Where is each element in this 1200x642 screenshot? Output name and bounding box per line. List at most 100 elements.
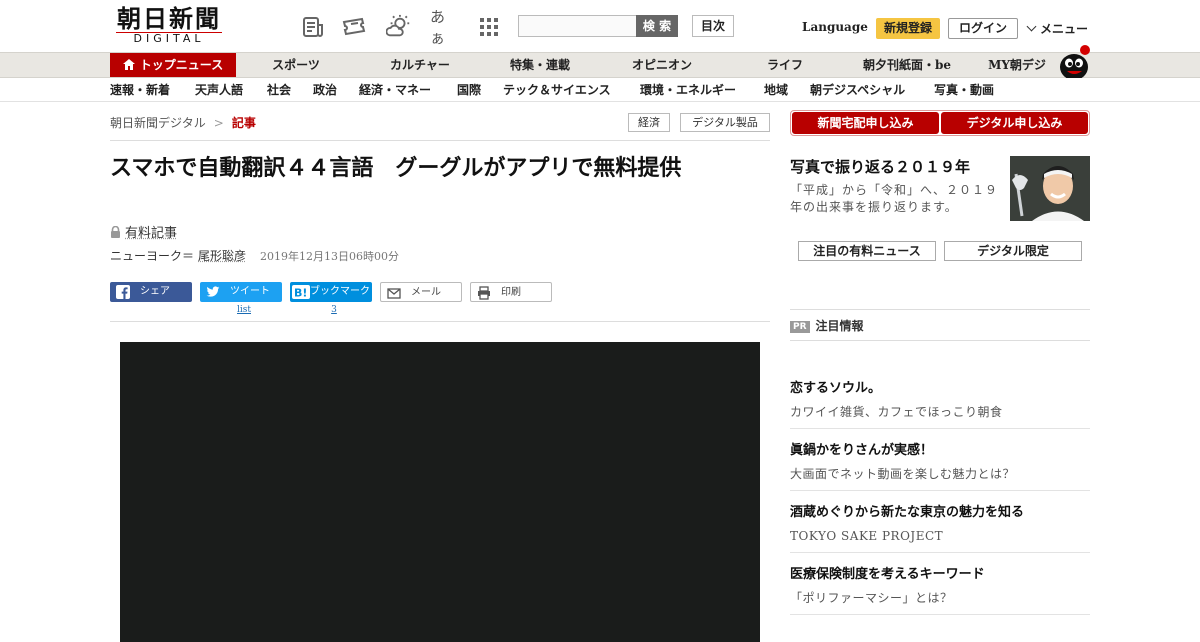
grid-menu-icon[interactable] [476, 14, 502, 40]
pr-item-title[interactable]: 眞鍋かをりさんが実感！ [790, 442, 1090, 460]
article-date: 2019年12月13日06時00分 [260, 250, 400, 263]
login-button[interactable]: ログイン [948, 18, 1018, 39]
subnav-item-economy[interactable]: 経済・マネー [359, 78, 431, 101]
tag-economy[interactable]: 経済 [628, 113, 670, 132]
divider [110, 140, 770, 141]
lock-icon [110, 225, 121, 242]
breadcrumb-current: 記事 [231, 116, 256, 130]
newspaper-icon[interactable] [300, 14, 326, 40]
pr-item-title[interactable]: 医療保険制度を考えるキーワード [790, 566, 1090, 584]
mail-share-button[interactable]: メール [380, 282, 462, 302]
hatena-bookmark-button[interactable]: B! ブックマーク [290, 282, 372, 302]
paid-article-label: 有料記事 [110, 222, 177, 242]
subnav-item-breaking[interactable]: 速報・新着 [110, 78, 170, 101]
pr-item[interactable]: 酒蔵めぐりから新たな東京の魅力を知る TOKYO SAKE PROJECT [790, 504, 1090, 545]
newspaper-subscribe-button[interactable]: 新聞宅配申し込み [792, 112, 939, 134]
logo-en: DIGITAL [116, 32, 222, 45]
pr-item-desc: TOKYO SAKE PROJECT [790, 529, 944, 543]
subnav-item-international[interactable]: 国際 [457, 78, 481, 101]
pr-item[interactable]: 眞鍋かをりさんが実感！ 大画面でネット動画を楽しむ魅力とは？ [790, 442, 1090, 483]
sub-nav: 速報・新着 天声人語 社会 政治 経済・マネー 国際 テック＆サイエンス 環境・… [0, 78, 1200, 102]
twitter-count[interactable]: list [200, 305, 288, 315]
mail-share-label: メール [411, 287, 441, 298]
digital-only-button[interactable]: デジタル限定 [944, 241, 1082, 261]
nav-item-features[interactable]: 特集・連載 [490, 53, 590, 77]
feature-photo[interactable] [1010, 156, 1090, 221]
divider [110, 321, 770, 322]
nav-item-my-asadigi[interactable]: MY朝デジ [978, 53, 1056, 77]
subnav-item-special[interactable]: 朝デジスペシャル [810, 78, 905, 101]
home-icon [122, 54, 135, 79]
site-header: 朝日新聞 DIGITAL あぁ 検 索 目次 Language 新規登録 ログイ… [0, 0, 1200, 52]
subnav-item-region[interactable]: 地域 [764, 78, 788, 101]
hatena-share-label: ブックマーク [310, 286, 370, 297]
nav-item-paper[interactable]: 朝夕刊紙面・be [850, 53, 964, 77]
pr-item[interactable]: 恋するソウル。 カワイイ雑貨、カフェでほっこり朝食 [790, 380, 1090, 421]
facebook-icon [116, 285, 130, 299]
svg-text:B!: B! [294, 287, 307, 300]
twitter-share-label: ツイート [230, 286, 270, 297]
nav-item-top-news[interactable]: トップニュース [110, 53, 236, 77]
paid-news-button[interactable]: 注目の有料ニュース [798, 241, 936, 261]
breadcrumb-home[interactable]: 朝日新聞デジタル [110, 116, 206, 130]
tag-digital-products[interactable]: デジタル製品 [680, 113, 770, 132]
breadcrumb: 朝日新聞デジタル > 記事 [110, 114, 256, 131]
feature-title[interactable]: 写真で振り返る２０１９年 [790, 156, 970, 177]
byline-location: ニューヨーク＝ [110, 249, 195, 263]
pr-item[interactable]: 医療保険制度を考えるキーワード 「ポリファーマシー」とは？ [790, 566, 1090, 607]
paid-label-text[interactable]: 有料記事 [125, 226, 177, 241]
nav-item-culture[interactable]: カルチャー [370, 53, 470, 77]
nav-item-opinion[interactable]: オピニオン [612, 53, 712, 77]
facebook-share-label: シェア [140, 286, 170, 297]
print-icon [477, 286, 491, 300]
font-size-icon[interactable]: あぁ [430, 8, 456, 47]
pr-heading-text: 注目情報 [815, 319, 864, 333]
hatena-count[interactable]: 3 [290, 305, 378, 315]
search-button[interactable]: 検 索 [636, 15, 678, 37]
pr-badge: PR [790, 321, 810, 333]
facebook-share-button[interactable]: シェア [110, 282, 192, 302]
breadcrumb-separator: > [213, 116, 224, 130]
twitter-share-button[interactable]: ツイート [200, 282, 282, 302]
divider [790, 309, 1090, 310]
divider [790, 552, 1090, 553]
toc-button[interactable]: 目次 [692, 15, 734, 37]
mascot-icon[interactable] [1058, 43, 1092, 81]
pr-heading: PR 注目情報 [790, 317, 864, 334]
subnav-item-tech[interactable]: テック＆サイエンス [503, 78, 611, 101]
main-nav: トップニュース スポーツ カルチャー 特集・連載 オピニオン ライフ 朝夕刊紙面… [0, 45, 1200, 80]
subnav-item-environment[interactable]: 環境・エネルギー [640, 78, 736, 101]
divider [790, 340, 1090, 341]
subnav-item-photo-video[interactable]: 写真・動画 [934, 78, 994, 101]
signup-button[interactable]: 新規登録 [876, 18, 940, 39]
twitter-icon [206, 285, 220, 299]
byline-author[interactable]: 尾形聡彦 [198, 249, 246, 263]
nav-item-life[interactable]: ライフ [735, 53, 835, 77]
print-button[interactable]: 印刷 [470, 282, 552, 302]
subnav-item-politics[interactable]: 政治 [313, 78, 337, 101]
chevron-down-icon [1026, 21, 1037, 32]
pr-item-desc: 大画面でネット動画を楽しむ魅力とは？ [790, 467, 1016, 481]
digital-subscribe-button[interactable]: デジタル申し込み [941, 112, 1088, 134]
menu-label: メニュー [1040, 22, 1089, 36]
site-logo[interactable]: 朝日新聞 DIGITAL [110, 6, 228, 46]
logo-jp: 朝日新聞 [117, 4, 221, 33]
subnav-item-society[interactable]: 社会 [267, 78, 291, 101]
weather-icon[interactable] [386, 14, 412, 40]
byline: ニューヨーク＝ 尾形聡彦 2019年12月13日06時00分 [110, 247, 399, 264]
nav-item-label: トップニュース [139, 58, 224, 72]
pr-item-title[interactable]: 酒蔵めぐりから新たな東京の魅力を知る [790, 504, 1090, 522]
pr-item-desc: 「ポリファーマシー」とは？ [790, 591, 953, 605]
ticket-icon[interactable] [342, 14, 368, 40]
article-title: スマホで自動翻訳４４言語 グーグルがアプリで無料提供 [110, 155, 682, 181]
pr-item-title[interactable]: 恋するソウル。 [790, 380, 1090, 398]
nav-item-sports[interactable]: スポーツ [246, 53, 346, 77]
search-input[interactable] [518, 15, 636, 37]
feature-description: 「平成」から「令和」へ、２０１９年の出来事を振り返ります。 [790, 183, 999, 214]
mail-icon [387, 286, 401, 300]
language-link[interactable]: Language [802, 20, 868, 34]
menu-button[interactable]: メニュー [1026, 20, 1089, 37]
subnav-item-tensei-jingo[interactable]: 天声人語 [195, 78, 243, 101]
video-player[interactable] [120, 342, 760, 642]
pr-item-desc: カワイイ雑貨、カフェでほっこり朝食 [790, 405, 1003, 419]
